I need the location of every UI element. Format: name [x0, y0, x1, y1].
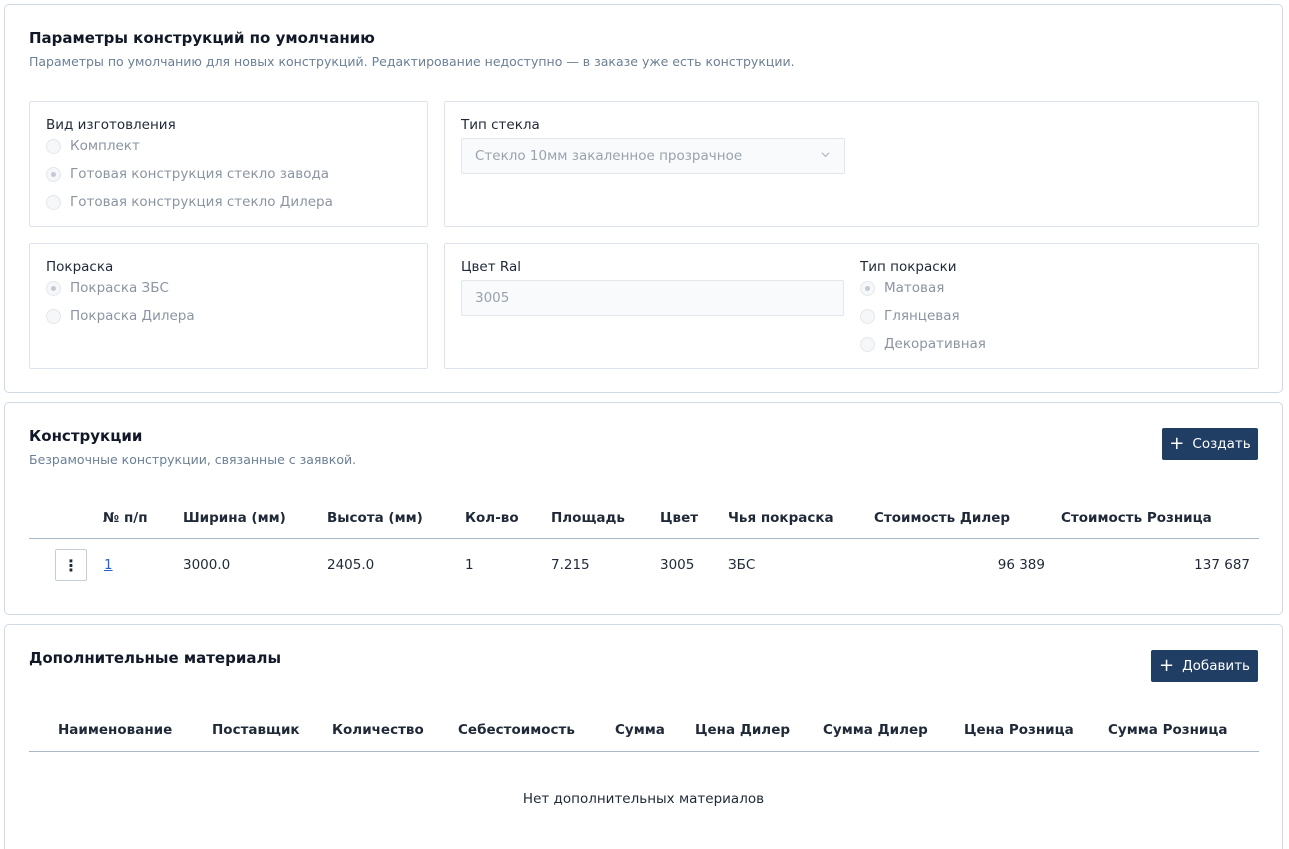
plus-icon: + [1158, 655, 1175, 676]
radio-label: Комплект [70, 138, 140, 154]
chevron-down-icon [821, 152, 830, 158]
color-group: Цвет Ral 3005 Тип покраски Матовая Глянц… [444, 243, 1259, 369]
column-header: Стоимость Дилер [874, 510, 1011, 526]
manufacture-group: Вид изготовления Комплект Готовая констр… [29, 101, 428, 227]
paint-type-option-matte[interactable]: Матовая [860, 278, 944, 298]
column-header: Сумма Дилер [823, 722, 928, 738]
radio-label: Готовая конструкция стекло завода [70, 166, 330, 182]
defaults-title: Параметры конструкций по умолчанию [29, 29, 375, 47]
radio-label: Готовая конструкция стекло Дилера [70, 194, 333, 210]
add-button-label: Добавить [1182, 658, 1251, 674]
create-construction-button[interactable]: + Создать [1162, 428, 1258, 460]
column-header: Наименование [58, 722, 173, 738]
row-menu-button[interactable]: ⋮ [55, 549, 87, 581]
constructions-card: Конструкции Безрамочные конструкции, свя… [4, 402, 1283, 615]
column-header: Сумма Розница [1108, 722, 1228, 738]
glass-type-value: Стекло 10мм закаленное прозрачное [475, 148, 743, 164]
paint-type-option-glossy[interactable]: Глянцевая [860, 306, 960, 326]
paint-option-dealer[interactable]: Покраска Дилера [46, 306, 195, 326]
paint-type-label: Тип покраски [860, 259, 957, 275]
column-header: Цена Дилер [695, 722, 791, 738]
manufacture-option-dealer-glass[interactable]: Готовая конструкция стекло Дилера [46, 192, 333, 212]
manufacture-option-factory-glass[interactable]: Готовая конструкция стекло завода [46, 164, 329, 184]
cell-quantity: 1 [465, 557, 474, 573]
paint-option-zbs[interactable]: Покраска ЗБС [46, 278, 169, 298]
radio-button[interactable] [46, 166, 61, 182]
radio-button[interactable] [860, 336, 875, 352]
radio-button[interactable] [860, 280, 875, 296]
radio-label: Покраска Дилера [70, 308, 195, 324]
column-header: Цена Розница [964, 722, 1074, 738]
paint-group: Покраска Покраска ЗБС Покраска Дилера [29, 243, 428, 369]
radio-button[interactable] [46, 308, 61, 324]
column-header: Кол-во [465, 510, 519, 526]
column-header: Ширина (мм) [183, 510, 286, 526]
column-header: № п/п [103, 510, 148, 526]
ral-color-value: 3005 [475, 290, 510, 306]
column-header: Высота (мм) [327, 510, 423, 526]
ral-label: Цвет Ral [461, 259, 522, 275]
paint-label: Покраска [46, 259, 114, 275]
column-header: Стоимость Розница [1061, 510, 1212, 526]
constructions-title: Конструкции [29, 427, 143, 445]
constructions-subtitle: Безрамочные конструкции, связанные с зая… [29, 452, 357, 467]
glass-group: Тип стекла Стекло 10мм закаленное прозра… [444, 101, 1259, 227]
table-header-divider [29, 751, 1259, 752]
cell-cost-dealer: 96 389 [997, 557, 1045, 573]
materials-title: Дополнительные материалы [29, 649, 282, 667]
construction-number-link[interactable]: 1 [104, 557, 113, 573]
column-header: Чья покраска [728, 510, 834, 526]
paint-type-option-decorative[interactable]: Декоративная [860, 334, 986, 354]
radio-label: Матовая [884, 280, 945, 296]
radio-label: Покраска ЗБС [70, 280, 169, 296]
cell-painter: ЗБС [728, 557, 756, 573]
glass-label: Тип стекла [461, 117, 540, 133]
plus-icon: + [1169, 433, 1185, 454]
manufacture-option-kit[interactable]: Комплект [46, 136, 140, 156]
table-header-divider [29, 538, 1259, 539]
cell-cost-retail: 137 687 [1194, 557, 1250, 573]
add-material-button[interactable]: + Добавить [1151, 650, 1258, 682]
glass-type-select[interactable]: Стекло 10мм закаленное прозрачное [461, 138, 845, 174]
column-header: Цвет [660, 510, 699, 526]
cell-area: 7.215 [551, 557, 590, 573]
manufacture-label: Вид изготовления [46, 117, 176, 133]
column-header: Количество [332, 722, 424, 738]
radio-label: Глянцевая [884, 308, 960, 324]
defaults-card: Параметры конструкций по умолчанию Парам… [4, 4, 1283, 393]
defaults-subtitle: Параметры по умолчанию для новых констру… [29, 54, 795, 69]
ral-color-input[interactable]: 3005 [461, 280, 844, 316]
radio-button[interactable] [46, 280, 61, 296]
column-header: Сумма [615, 722, 665, 738]
radio-button[interactable] [46, 194, 61, 210]
column-header: Площадь [551, 510, 625, 526]
column-header: Себестоимость [458, 722, 575, 738]
radio-button[interactable] [860, 308, 875, 324]
radio-label: Декоративная [884, 336, 986, 352]
radio-button[interactable] [46, 138, 61, 154]
cell-width: 3000.0 [183, 557, 231, 573]
empty-state-text: Нет дополнительных материалов [522, 791, 765, 807]
cell-height: 2405.0 [327, 557, 375, 573]
create-button-label: Создать [1192, 436, 1251, 452]
column-header: Поставщик [212, 722, 300, 738]
cell-color: 3005 [660, 557, 695, 573]
materials-card: Дополнительные материалы + Добавить Наим… [4, 624, 1283, 849]
